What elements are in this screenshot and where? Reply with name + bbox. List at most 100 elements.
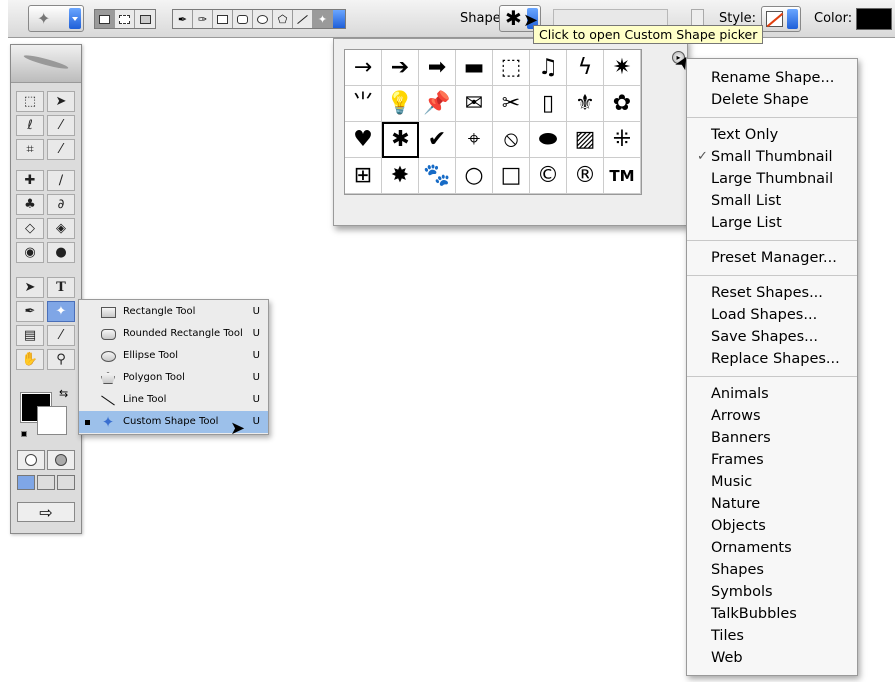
eraser-icon[interactable]: ◇ [16, 218, 44, 239]
notes-icon[interactable]: ▤ [16, 325, 44, 346]
shape-layers-button[interactable] [95, 10, 115, 28]
rectangle-tool-button[interactable] [213, 10, 233, 28]
checkmark-shape[interactable]: ✔ [419, 122, 456, 158]
menu-item-small-thumbnail[interactable]: ✓ Small Thumbnail [687, 146, 857, 168]
line-tool-button[interactable] [293, 10, 313, 28]
circle-frame-shape[interactable]: ○ [456, 158, 493, 194]
hand-icon[interactable]: ✋ [16, 349, 44, 370]
scissors-shape[interactable]: ✂ [493, 86, 530, 122]
target-shape[interactable]: ⌖ [456, 122, 493, 158]
menu-item-preset-manager[interactable]: Preset Manager... [687, 247, 857, 269]
slice-icon[interactable]: ⁄ [47, 139, 75, 160]
menu-item-frames[interactable]: Frames [687, 449, 857, 471]
menu-item-arrows[interactable]: Arrows [687, 405, 857, 427]
polygon-tool-button[interactable]: ⬠ [273, 10, 293, 28]
jump-to-imageready-button[interactable]: ⇨ [17, 502, 75, 522]
grass-shape[interactable]: ⺌ [345, 86, 382, 122]
lasso-icon[interactable]: ℓ [16, 115, 44, 136]
pen-tool-button[interactable]: ✒ [173, 10, 193, 28]
default-colors-icon[interactable] [21, 431, 27, 437]
burst-shape[interactable]: ✸ [382, 158, 419, 194]
standard-screen-button[interactable] [17, 475, 35, 490]
flyout-item-rectangle-tool[interactable]: Rectangle Tool U [79, 301, 268, 323]
menu-item-web[interactable]: Web [687, 647, 857, 669]
healing-brush-icon[interactable]: ✚ [16, 170, 44, 191]
move-icon[interactable]: ➤ [47, 91, 75, 112]
feather-logo[interactable] [11, 45, 81, 83]
paths-button[interactable] [115, 10, 135, 28]
splat-shape[interactable]: ✱ [382, 122, 419, 158]
marquee-icon[interactable]: ⬚ [16, 91, 44, 112]
menu-item-animals[interactable]: Animals [687, 383, 857, 405]
freeform-pen-button[interactable]: ✑ [193, 10, 213, 28]
color-swatch[interactable] [856, 8, 892, 30]
menu-item-large-thumbnail[interactable]: Large Thumbnail [687, 168, 857, 190]
menu-item-banners[interactable]: Banners [687, 427, 857, 449]
zoom-icon[interactable]: ⚲ [47, 349, 75, 370]
menu-item-music[interactable]: Music [687, 471, 857, 493]
checkerboard-shape[interactable]: ⁜ [604, 122, 641, 158]
talk-bubble-shape[interactable]: ⬬ [530, 122, 567, 158]
menu-item-nature[interactable]: Nature [687, 493, 857, 515]
banner-shape[interactable]: ▬ [456, 50, 493, 86]
fleur-de-lis-shape[interactable]: ⚜ [567, 86, 604, 122]
music-notes-shape[interactable]: ♫ [530, 50, 567, 86]
tool-preset-picker[interactable]: ✦ [28, 5, 84, 32]
path-selection-icon[interactable]: ➤ [16, 277, 44, 298]
square-frame-shape[interactable]: □ [493, 158, 530, 194]
envelope-shape[interactable]: ✉ [456, 86, 493, 122]
no-sign-shape[interactable]: ⦸ [493, 122, 530, 158]
heart-shape[interactable]: ♥ [345, 122, 382, 158]
menu-item-symbols[interactable]: Symbols [687, 581, 857, 603]
pen-icon[interactable]: ✒ [16, 301, 44, 322]
registered-shape[interactable]: ® [567, 158, 604, 194]
lightning-shape[interactable]: ϟ [567, 50, 604, 86]
starburst-shape[interactable]: ✷ [604, 50, 641, 86]
menu-item-shapes[interactable]: Shapes [687, 559, 857, 581]
crop-icon[interactable]: ⌗ [16, 139, 44, 160]
brush-icon[interactable]: ∕ [47, 170, 75, 191]
copyright-shape[interactable]: © [530, 158, 567, 194]
quick-mask-button[interactable] [47, 450, 75, 470]
flyout-item-polygon-tool[interactable]: Polygon Tool U [79, 367, 268, 389]
pushpin-shape[interactable]: 📌 [419, 86, 456, 122]
frame-shape[interactable]: ⬚ [493, 50, 530, 86]
hatch-pattern-shape[interactable]: ▨ [567, 122, 604, 158]
custom-shape-icon[interactable]: ✦ [47, 301, 75, 322]
full-screen-button[interactable] [57, 475, 75, 490]
menu-item-load-shapes[interactable]: Load Shapes... [687, 304, 857, 326]
arrow-thin-shape[interactable]: → [345, 50, 382, 86]
eyedropper-icon[interactable]: ⁄ [47, 325, 75, 346]
full-screen-menu-button[interactable] [37, 475, 55, 490]
clone-stamp-icon[interactable]: ♣ [16, 194, 44, 215]
grid-shape[interactable]: ⊞ [345, 158, 382, 194]
menu-item-text-only[interactable]: Text Only [687, 124, 857, 146]
swap-colors-icon[interactable]: ⇆ [59, 387, 68, 400]
trademark-shape[interactable]: TM [604, 158, 641, 194]
arrow-medium-shape[interactable]: ➔ [382, 50, 419, 86]
menu-item-delete-shape[interactable]: Delete Shape [687, 89, 857, 111]
menu-item-reset-shapes[interactable]: Reset Shapes... [687, 282, 857, 304]
background-color[interactable] [37, 406, 67, 435]
history-brush-icon[interactable]: ∂ [47, 194, 75, 215]
blank-page-shape[interactable]: ▯ [530, 86, 567, 122]
menu-item-talkbubbles[interactable]: TalkBubbles [687, 603, 857, 625]
dodge-icon[interactable]: ● [47, 242, 75, 263]
puzzle-shape[interactable]: ✿ [604, 86, 641, 122]
blur-icon[interactable]: ◉ [16, 242, 44, 263]
magic-wand-icon[interactable]: ⁄ [47, 115, 75, 136]
style-picker-button[interactable] [761, 6, 801, 32]
type-icon[interactable]: T [47, 277, 75, 298]
paint-bucket-icon[interactable]: ◈ [47, 218, 75, 239]
menu-item-rename-shape[interactable]: Rename Shape... [687, 67, 857, 89]
menu-item-replace-shapes[interactable]: Replace Shapes... [687, 348, 857, 370]
standard-mode-button[interactable] [17, 450, 45, 470]
geometry-options-button[interactable] [333, 10, 345, 28]
menu-item-ornaments[interactable]: Ornaments [687, 537, 857, 559]
flyout-item-ellipse-tool[interactable]: Ellipse Tool U [79, 345, 268, 367]
custom-shape-tool-button[interactable]: ✦ [313, 10, 333, 28]
flyout-item-rounded-rectangle-tool[interactable]: Rounded Rectangle Tool U [79, 323, 268, 345]
fill-pixels-button[interactable] [135, 10, 155, 28]
menu-item-tiles[interactable]: Tiles [687, 625, 857, 647]
flyout-item-line-tool[interactable]: Line Tool U [79, 389, 268, 411]
